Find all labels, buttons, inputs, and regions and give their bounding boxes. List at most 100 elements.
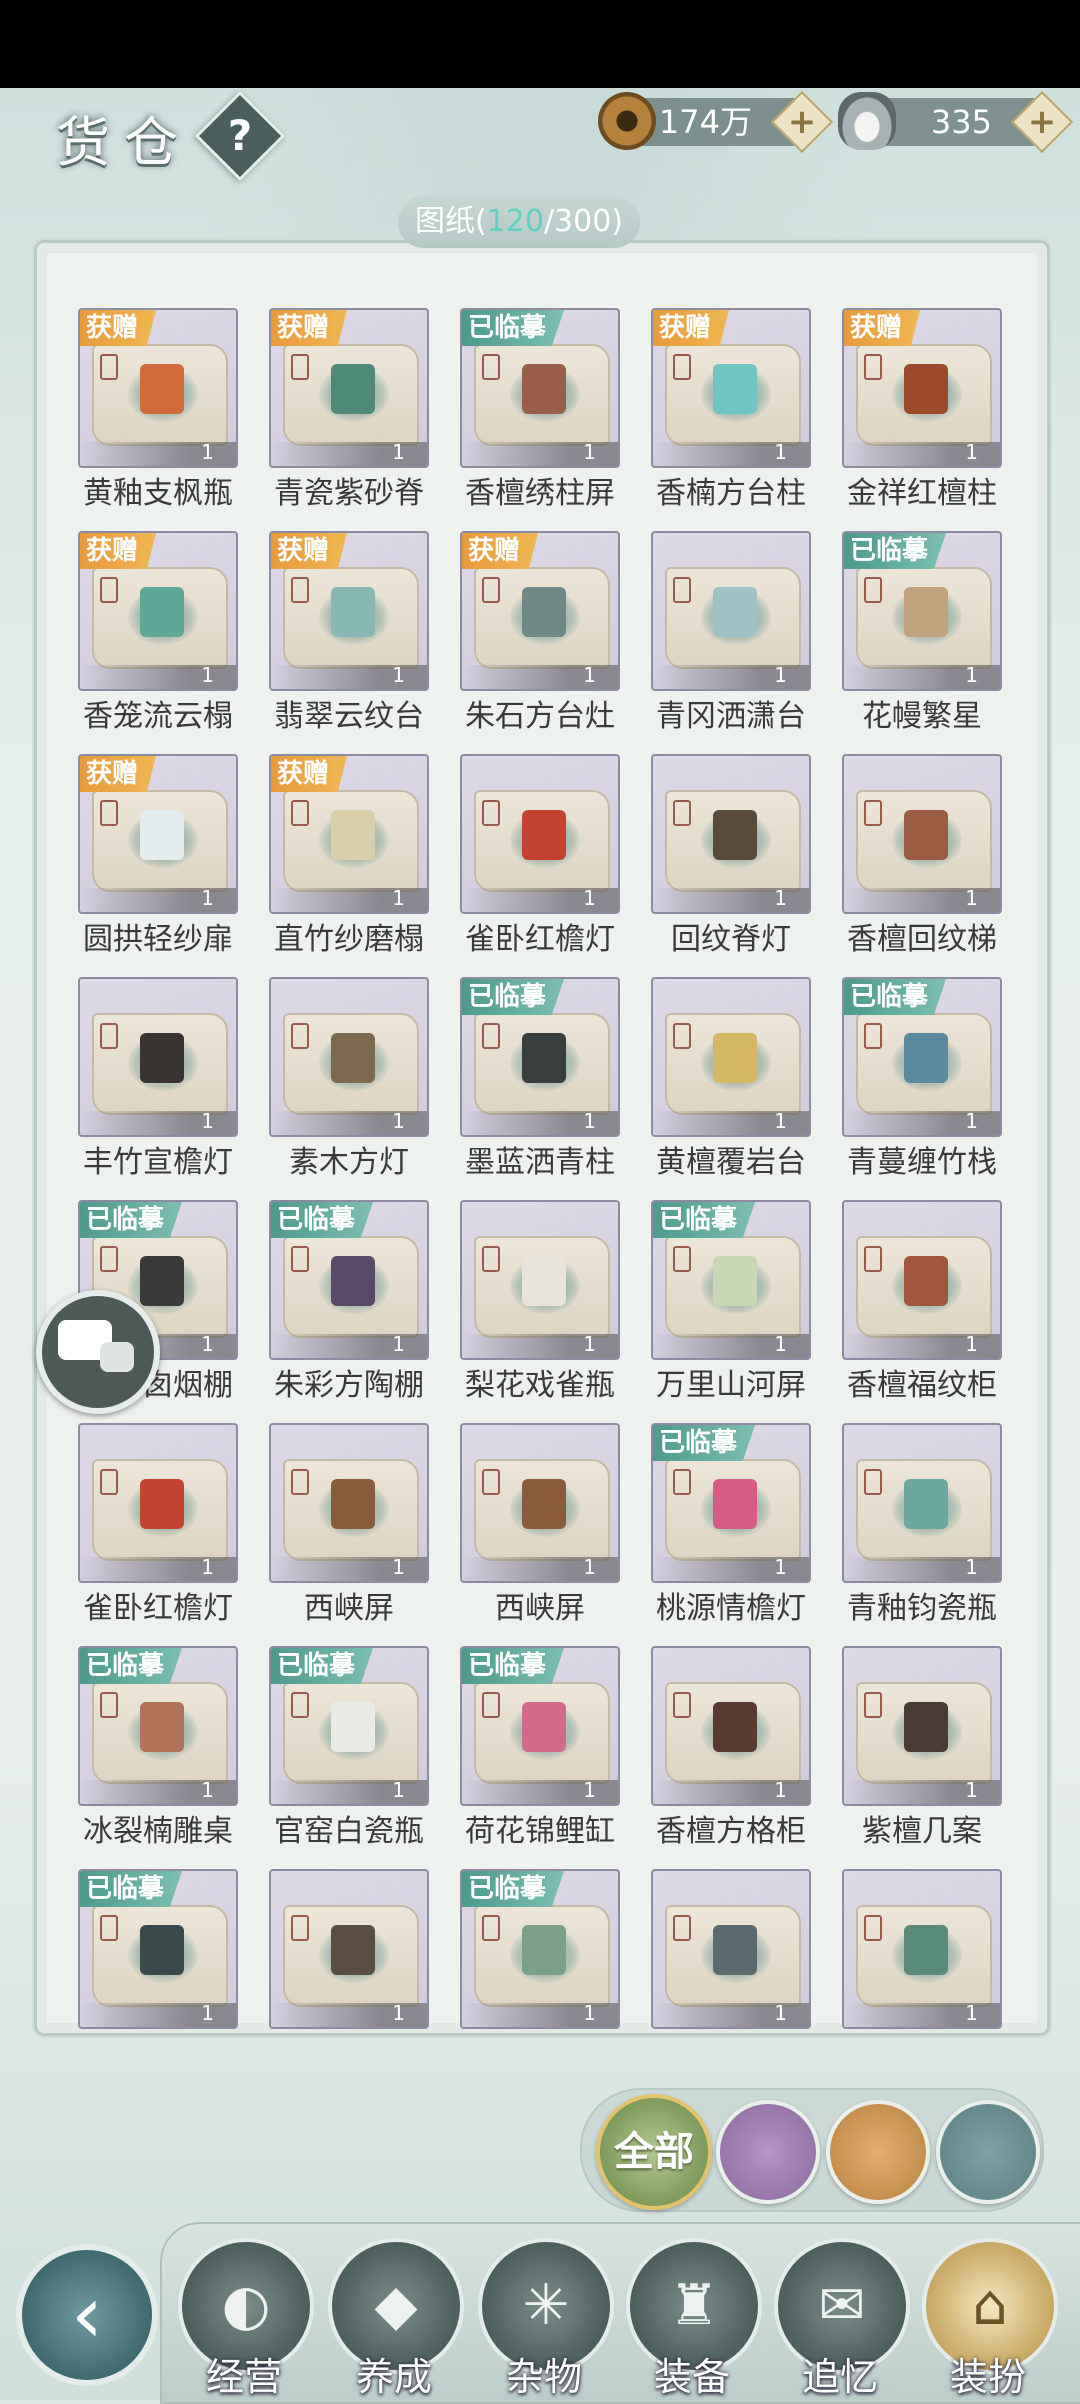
item-name: 青冈洒潇台 [656, 699, 806, 734]
gift-badge: 获赠 [80, 533, 157, 569]
filter-wood-stump-icon[interactable] [936, 2100, 1040, 2204]
seal-icon [482, 1915, 500, 1941]
back-button[interactable]: ‹ [16, 2244, 158, 2386]
seal-icon [864, 1692, 882, 1718]
item-count: 1 [392, 1332, 405, 1356]
blueprint-thumbnail: 1 [651, 754, 811, 914]
item-name: 直竹纱磨榻 [274, 922, 424, 957]
nav-item-4[interactable]: ✉ 追忆 [774, 2238, 910, 2400]
furniture-icon [522, 1925, 566, 1975]
item-name: 翡翠云纹台 [274, 699, 424, 734]
seal-icon [673, 1246, 691, 1272]
blueprint-thumbnail: 1 已临摹 [460, 1646, 620, 1806]
furniture-icon [331, 1256, 375, 1306]
seal-icon [291, 1246, 309, 1272]
furniture-icon [904, 1925, 948, 1975]
item-name: 香檀绣柱屏 [465, 476, 615, 511]
seal-icon [291, 354, 309, 380]
item-name: 香檀回纹梯 [847, 922, 997, 957]
nav-label: 追忆 [801, 2355, 878, 2399]
question-icon: ? [227, 111, 253, 160]
blueprint-thumbnail: 1 [842, 754, 1002, 914]
seal-icon [291, 577, 309, 603]
seal-icon [291, 1023, 309, 1049]
furniture-icon [140, 1925, 184, 1975]
nav-item-0[interactable]: ◐ 经营 [178, 2238, 314, 2400]
furniture-icon [713, 364, 757, 414]
blueprint-thumbnail: 1 [460, 1200, 620, 1360]
furniture-icon [904, 1256, 948, 1306]
seal-icon [673, 577, 691, 603]
blueprint-thumbnail: 1 [842, 1869, 1002, 2029]
blueprint-thumbnail: 1 获赠 [269, 754, 429, 914]
nav-item-1[interactable]: ◆ 养成 [328, 2238, 464, 2400]
furniture-icon [904, 810, 948, 860]
gift-badge: 获赠 [271, 533, 348, 569]
furniture-icon [331, 587, 375, 637]
filter-material-icon[interactable] [826, 2100, 930, 2204]
copied-badge: 已临摹 [271, 1648, 374, 1684]
furniture-icon [522, 1256, 566, 1306]
item-count: 1 [774, 1555, 787, 1579]
nav-label: 经营 [205, 2355, 282, 2399]
silver-value: 335 [930, 103, 992, 141]
gift-badge: 获赠 [844, 310, 921, 346]
item-name: 素木方灯 [289, 1145, 409, 1180]
status-bar [0, 0, 1080, 88]
blueprint-thumbnail: 1 [460, 1423, 620, 1583]
seal-icon [864, 800, 882, 826]
item-name: 雀卧红檐灯 [465, 922, 615, 957]
nav-label: 装扮 [949, 2355, 1026, 2399]
copied-badge: 已临摹 [653, 1202, 756, 1238]
item-name: 官窑白瓷瓶 [274, 1814, 424, 1849]
filter-blueprint-icon[interactable] [716, 2100, 820, 2204]
chat-button[interactable] [36, 1290, 160, 1414]
furniture-icon [331, 1033, 375, 1083]
furniture-icon [522, 1702, 566, 1752]
filter-all-button[interactable]: 全部 [596, 2094, 712, 2210]
nav-item-3[interactable]: ♜ 装备 [626, 2238, 762, 2400]
blueprint-thumbnail: 1 获赠 [78, 754, 238, 914]
blueprint-thumbnail: 1 已临摹 [460, 308, 620, 468]
nav-label: 装备 [653, 2355, 730, 2399]
seal-icon [100, 1246, 118, 1272]
blueprint-thumbnail: 1 已临摹 [842, 531, 1002, 691]
item-count: 1 [965, 2001, 978, 2025]
item-name: 朱石方台灶 [465, 699, 615, 734]
gift-badge: 获赠 [653, 310, 730, 346]
blueprint-thumbnail: 1 [651, 977, 811, 1137]
nav-item-5[interactable]: ⌂ 装扮 [922, 2238, 1058, 2400]
blueprint-thumbnail: 1 获赠 [651, 308, 811, 468]
item-name: 圆拱轻纱扉 [83, 922, 233, 957]
item-name: 青瓷紫砂脊 [274, 476, 424, 511]
furniture-icon [140, 364, 184, 414]
seal-icon [100, 1023, 118, 1049]
item-count: 1 [201, 1109, 214, 1133]
furniture-icon [713, 1256, 757, 1306]
seal-icon [482, 354, 500, 380]
back-arrow-icon: ‹ [71, 2268, 103, 2361]
item-count: 1 [965, 1555, 978, 1579]
blueprint-thumbnail: 1 已临摹 [651, 1423, 811, 1583]
blueprint-thumbnail: 1 [842, 1423, 1002, 1583]
item-count: 1 [965, 1332, 978, 1356]
blueprint-thumbnail: 1 [269, 1869, 429, 2029]
copied-badge: 已临摹 [653, 1425, 756, 1461]
item-name: 黄檀覆岩台 [656, 1145, 806, 1180]
furniture-icon [140, 1033, 184, 1083]
copied-badge: 已临摹 [844, 533, 947, 569]
item-count: 1 [392, 1109, 405, 1133]
item-count: 1 [392, 663, 405, 687]
item-name: 西峡屏 [304, 1591, 394, 1626]
furniture-icon [713, 587, 757, 637]
blueprint-thumbnail: 1 已临摹 [460, 1869, 620, 2029]
gift-badge: 获赠 [80, 310, 157, 346]
item-count: 1 [583, 886, 596, 910]
item-count: 1 [965, 1109, 978, 1133]
silver-ingot-icon [838, 92, 896, 150]
item-count: 1 [774, 886, 787, 910]
furniture-icon [713, 1702, 757, 1752]
seal-icon [100, 1692, 118, 1718]
blueprint-thumbnail: 1 [651, 531, 811, 691]
nav-item-2[interactable]: ✳ 杂物 [478, 2238, 614, 2400]
